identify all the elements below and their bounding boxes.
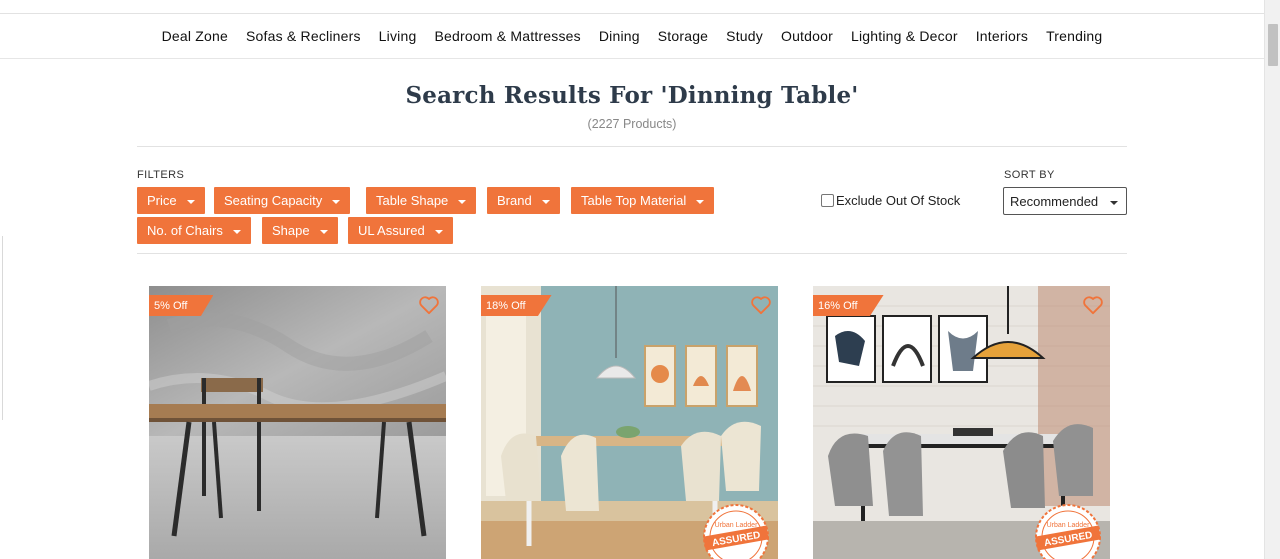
filter-label: Shape	[272, 223, 310, 238]
filter-label: Seating Capacity	[224, 193, 323, 208]
wishlist-heart-icon[interactable]	[750, 295, 772, 315]
category-nav: Deal Zone Sofas & Recliners Living Bedro…	[0, 14, 1264, 59]
exclude-out-of-stock[interactable]: Exclude Out Of Stock	[821, 193, 960, 208]
sort-selected-value: Recommended	[1010, 193, 1099, 209]
filter-label: Table Top Material	[581, 193, 687, 208]
caret-down-icon	[332, 199, 341, 204]
sort-select[interactable]: Recommended	[1003, 187, 1127, 215]
caret-down-icon	[541, 199, 550, 204]
sort-label: SORT BY	[1004, 169, 1055, 181]
exclude-out-of-stock-label: Exclude Out Of Stock	[836, 193, 961, 208]
product-card[interactable]: 5% Off	[149, 286, 446, 559]
product-card[interactable]: 16% Off Urban Ladder ASSURED	[813, 286, 1110, 559]
wishlist-heart-icon[interactable]	[418, 295, 440, 315]
filter-table-shape[interactable]: Table Shape	[366, 187, 477, 214]
assured-brand-text: Urban Ladder	[1047, 522, 1090, 529]
filter-shape[interactable]: Shape	[262, 217, 338, 244]
caret-down-icon	[232, 229, 241, 234]
scrollbar-thumb[interactable]	[1268, 24, 1278, 66]
caret-down-icon	[1110, 201, 1118, 205]
filter-label: Table Shape	[376, 193, 449, 208]
filter-ul-assured[interactable]: UL Assured	[348, 217, 453, 244]
nav-item-storage[interactable]: Storage	[649, 28, 717, 44]
nav-item-trending[interactable]: Trending	[1037, 28, 1111, 44]
nav-item-interiors[interactable]: Interiors	[967, 28, 1037, 44]
filter-table-top-material[interactable]: Table Top Material	[571, 187, 715, 214]
filter-label: Price	[147, 193, 177, 208]
nav-item-sofas-recliners[interactable]: Sofas & Recliners	[237, 28, 370, 44]
nav-item-study[interactable]: Study	[717, 28, 772, 44]
page-scrollbar[interactable]	[1264, 0, 1280, 559]
product-image[interactable]	[149, 286, 446, 559]
nav-item-bedroom-mattresses[interactable]: Bedroom & Mattresses	[425, 28, 589, 44]
ul-assured-badge-icon: Urban Ladder ASSURED	[1035, 504, 1101, 559]
nav-item-lighting-decor[interactable]: Lighting & Decor	[842, 28, 967, 44]
page-title: Search Results For 'Dinning Table'	[405, 82, 859, 109]
filter-label: UL Assured	[358, 223, 425, 238]
side-panel-edge	[0, 236, 3, 420]
nav-item-dining[interactable]: Dining	[590, 28, 649, 44]
filter-no-of-chairs[interactable]: No. of Chairs	[137, 217, 251, 244]
product-count: (2227 Products)	[587, 117, 677, 131]
divider	[137, 146, 1127, 147]
ul-assured-badge-icon: Urban Ladder ASSURED	[703, 504, 769, 559]
filter-price[interactable]: Price	[137, 187, 205, 214]
nav-item-outdoor[interactable]: Outdoor	[772, 28, 842, 44]
wishlist-heart-icon[interactable]	[1082, 295, 1104, 315]
filter-label: No. of Chairs	[147, 223, 223, 238]
nav-item-living[interactable]: Living	[370, 28, 426, 44]
divider	[137, 253, 1127, 254]
nav-item-deal-zone[interactable]: Deal Zone	[153, 28, 237, 44]
caret-down-icon	[186, 199, 195, 204]
filter-label: Brand	[497, 193, 532, 208]
product-card[interactable]: 18% Off Urban Ladder ASSURED	[481, 286, 778, 559]
exclude-out-of-stock-checkbox[interactable]	[821, 194, 834, 207]
filters-label: FILTERS	[137, 169, 185, 181]
caret-down-icon	[458, 199, 467, 204]
caret-down-icon	[696, 199, 705, 204]
caret-down-icon	[319, 229, 328, 234]
top-header-strip	[0, 0, 1264, 14]
assured-brand-text: Urban Ladder	[715, 522, 758, 529]
caret-down-icon	[434, 229, 443, 234]
filter-seating-capacity[interactable]: Seating Capacity	[214, 187, 351, 214]
filter-brand[interactable]: Brand	[487, 187, 560, 214]
